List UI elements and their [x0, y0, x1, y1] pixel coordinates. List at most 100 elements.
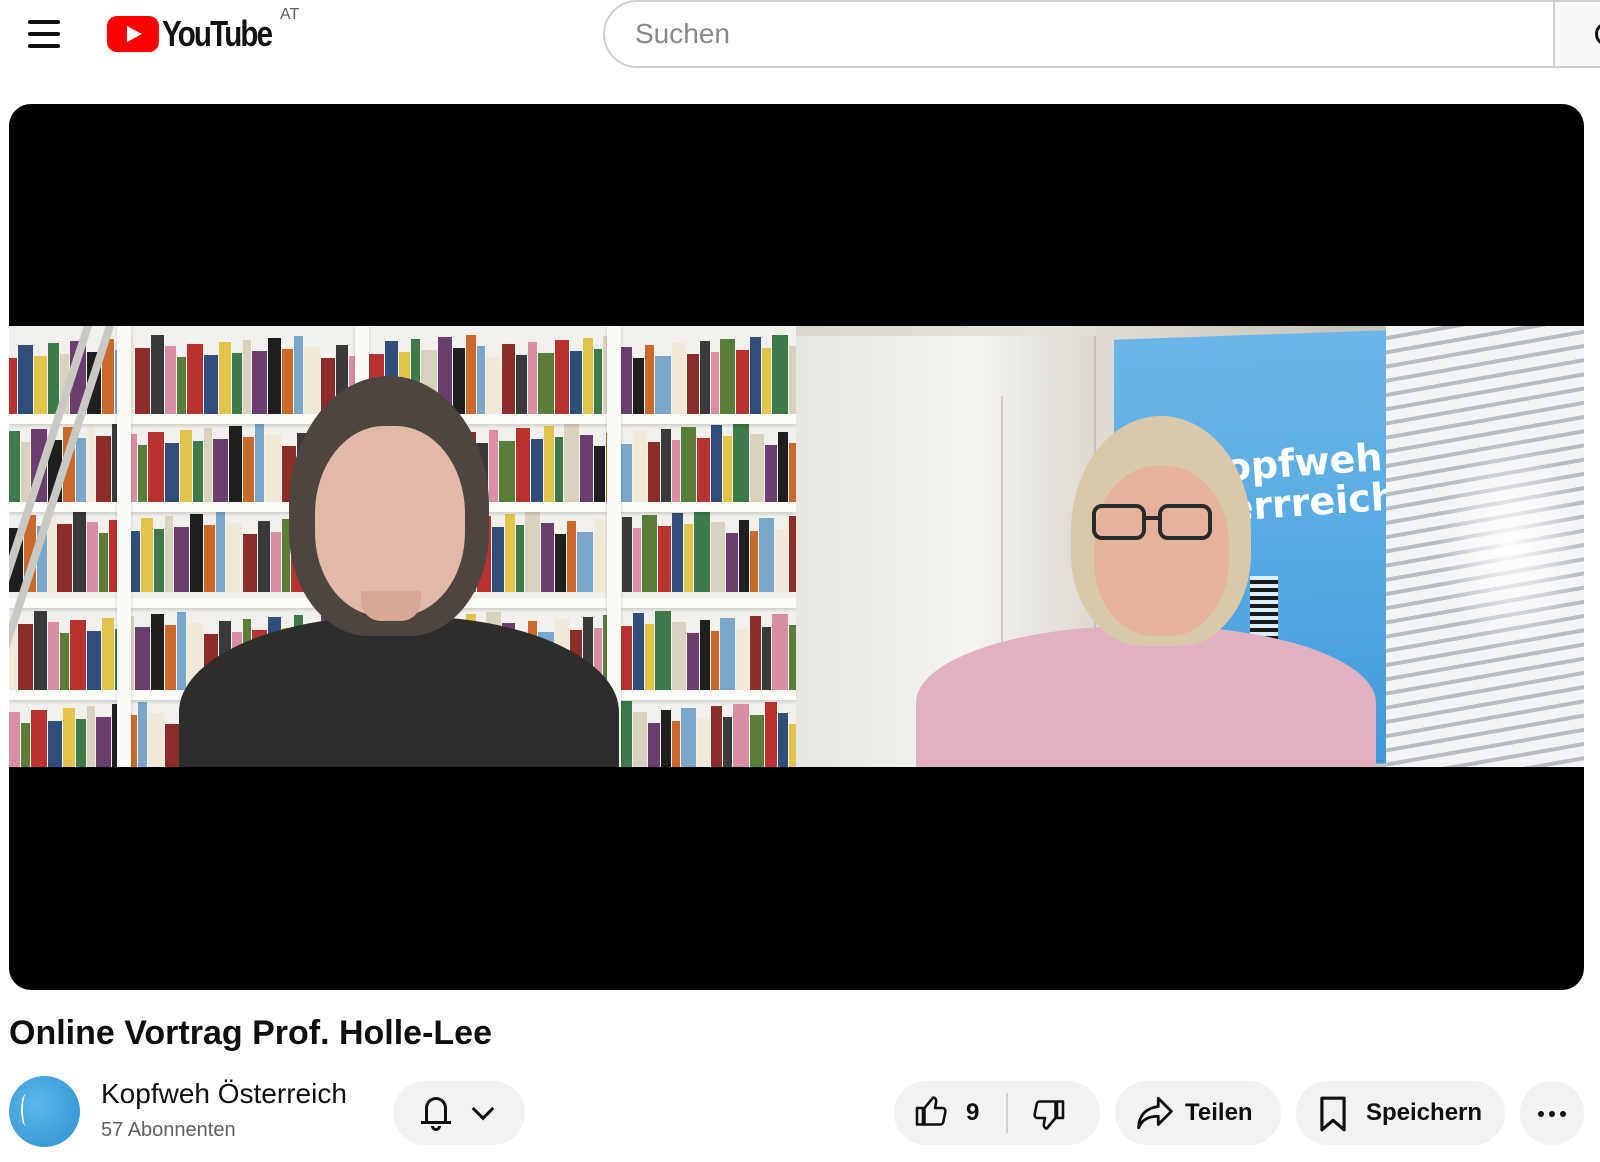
logo-text: YouTube	[162, 13, 273, 54]
avatar-logo-icon	[21, 1094, 31, 1126]
video-player[interactable]: opfweh errreich	[9, 104, 1584, 990]
book-spine	[750, 434, 764, 504]
book-spine	[720, 339, 735, 416]
book-spine	[633, 431, 647, 504]
book-spine	[655, 611, 671, 692]
book-spine	[633, 613, 644, 692]
book-spine	[697, 719, 710, 767]
book-spine	[138, 445, 147, 504]
book-spine	[778, 713, 788, 767]
more-actions-button[interactable]	[1520, 1081, 1584, 1145]
book-spine	[711, 352, 719, 416]
book-spine	[759, 518, 774, 592]
book-spine	[750, 337, 761, 416]
book-spine	[762, 348, 771, 416]
book-spine	[733, 704, 749, 767]
book-spine	[697, 438, 710, 504]
book-spine	[645, 624, 654, 692]
book-spine	[672, 622, 686, 692]
book-spine	[645, 345, 654, 416]
video-frame-left	[9, 326, 796, 767]
book-spine	[789, 625, 796, 692]
book-spine	[700, 620, 710, 692]
book-spine	[9, 358, 17, 416]
book-spine	[135, 348, 150, 416]
book-spine	[633, 358, 644, 416]
video-title: Online Vortrag Prof. Holle-Lee	[9, 1014, 492, 1052]
menu-icon[interactable]	[24, 16, 64, 52]
book-spine	[165, 346, 176, 416]
book-spine	[750, 616, 761, 692]
bell-icon	[421, 1095, 451, 1131]
dislike-icon	[1033, 1100, 1065, 1130]
book-spine	[694, 511, 710, 592]
book-spine	[148, 432, 164, 504]
book-spine	[165, 516, 173, 592]
book-spine	[154, 529, 164, 592]
book-spine	[750, 715, 764, 767]
book-spine	[165, 443, 179, 504]
save-label: Speichern	[1366, 1099, 1483, 1126]
book-spine	[138, 702, 147, 767]
book-spine	[165, 724, 179, 767]
book-spine	[726, 533, 738, 592]
save-button[interactable]: Speichern	[1296, 1081, 1505, 1145]
subscription-bell-button[interactable]	[393, 1081, 525, 1145]
book-spine	[135, 627, 150, 692]
book-spine	[658, 526, 671, 592]
video-frame-right: opfweh errreich	[796, 326, 1584, 767]
like-dislike-group: 9	[894, 1081, 1100, 1145]
youtube-logo-icon	[107, 16, 159, 52]
book-spine	[672, 343, 686, 416]
dislike-button[interactable]	[1008, 1081, 1100, 1145]
book-spine	[151, 614, 164, 692]
like-icon	[915, 1096, 947, 1126]
book-spine	[165, 625, 176, 692]
book-spine	[789, 724, 796, 767]
book-spine	[148, 713, 164, 767]
search-input[interactable]	[635, 18, 1515, 50]
book-spine	[655, 356, 671, 416]
book-spine	[723, 436, 732, 504]
book-spine	[648, 723, 660, 767]
save-icon	[1320, 1096, 1346, 1132]
book-spine	[750, 531, 758, 592]
book-spine	[736, 350, 749, 416]
book-spine	[720, 618, 735, 692]
book-spine	[733, 423, 749, 504]
youtube-logo[interactable]: YouTube	[107, 13, 295, 54]
share-icon	[1137, 1096, 1173, 1130]
book-spine	[789, 346, 796, 416]
book-spine	[648, 442, 660, 504]
book-spine	[739, 520, 749, 592]
book-spine	[765, 445, 777, 504]
book-spine	[9, 712, 20, 767]
book-spine	[151, 335, 164, 416]
chevron-down-icon	[471, 1097, 495, 1121]
book-spine	[762, 627, 771, 692]
book-spine	[681, 708, 696, 767]
region-label: AT	[280, 6, 300, 23]
book-spine	[633, 528, 641, 592]
book-spine	[681, 427, 696, 504]
book-spine	[789, 516, 796, 592]
channel-name[interactable]: Kopfweh Österreich	[101, 1078, 347, 1110]
share-button[interactable]: Teilen	[1115, 1081, 1281, 1145]
book-spine	[622, 517, 632, 592]
like-button[interactable]: 9	[894, 1081, 1006, 1145]
avatar[interactable]	[9, 1076, 80, 1147]
share-label: Teilen	[1185, 1099, 1253, 1126]
book-spine	[672, 721, 680, 767]
book-spine	[9, 431, 20, 504]
book-spine	[711, 425, 722, 504]
book-spine	[711, 522, 725, 592]
book-spine	[687, 354, 699, 416]
like-count: 9	[966, 1099, 980, 1126]
subscriber-count: 57 Abonnenten	[101, 1119, 236, 1141]
book-spine	[672, 513, 683, 592]
book-spine	[775, 529, 788, 592]
book-spine	[672, 440, 680, 504]
book-spine	[700, 341, 710, 416]
search-button[interactable]	[1553, 0, 1600, 68]
book-spine	[141, 518, 153, 592]
